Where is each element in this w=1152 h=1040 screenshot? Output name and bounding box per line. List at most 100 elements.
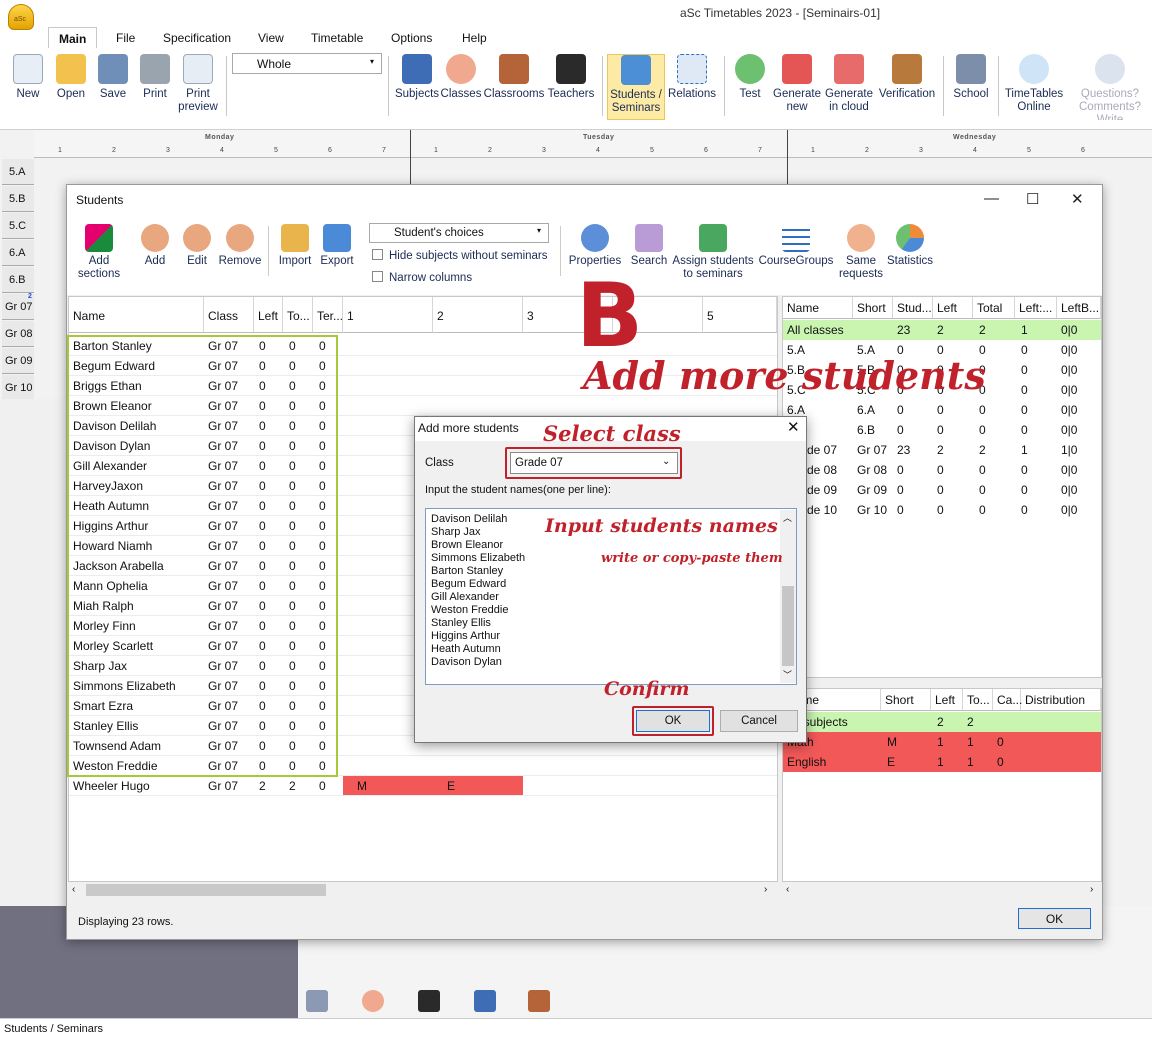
column-header-ca[interactable]: Ca...: [993, 689, 1022, 711]
column-header-left-c[interactable]: Left:...: [1015, 297, 1057, 319]
tab-file[interactable]: File: [106, 27, 145, 49]
graduation-cap-icon[interactable]: [418, 990, 440, 1012]
timetable-row-label[interactable]: Gr 10: [2, 375, 34, 401]
column-header-left[interactable]: Left: [933, 297, 973, 319]
column-header-class[interactable]: Class: [204, 297, 254, 333]
tab-options[interactable]: Options: [381, 27, 442, 49]
scroll-right-icon[interactable]: ›: [1090, 884, 1093, 895]
tab-specification[interactable]: Specification: [153, 27, 241, 49]
coursegroups-button[interactable]: CourseGroups: [758, 224, 834, 286]
dialog-cancel-button[interactable]: Cancel: [720, 710, 798, 732]
column-header-5[interactable]: 5: [703, 297, 777, 333]
column-header-total[interactable]: Total: [973, 297, 1015, 319]
column-header-name[interactable]: Name: [783, 297, 853, 319]
hide-subjects-checkbox[interactable]: Hide subjects without seminars: [372, 249, 548, 262]
add-sections-button[interactable]: Add sections: [76, 224, 122, 286]
export-button[interactable]: Export: [318, 224, 356, 286]
scroll-down-icon[interactable]: ﹀: [783, 668, 792, 681]
questions-button[interactable]: Questions? Comments? Write: [1068, 54, 1152, 120]
generate-cloud-button[interactable]: Generate in cloud: [824, 54, 874, 120]
remove-student-button[interactable]: Remove: [218, 224, 262, 286]
column-header-total[interactable]: To...: [283, 297, 313, 333]
timetable-row-label[interactable]: 6.B: [2, 267, 34, 293]
table-row[interactable]: Grade 08 Gr 08 0 0 0 0 0|0: [783, 460, 1101, 480]
save-button[interactable]: Save: [92, 54, 134, 120]
close-icon[interactable]: ✕: [1071, 190, 1084, 208]
view-select[interactable]: Whole: [232, 53, 382, 74]
timetable-row-label[interactable]: Gr 08: [2, 321, 34, 347]
school-icon[interactable]: [306, 990, 328, 1012]
scroll-up-icon[interactable]: ︿: [783, 511, 792, 524]
column-header-students[interactable]: Stud...: [893, 297, 933, 319]
column-header-term[interactable]: Ter...: [313, 297, 343, 333]
class-people-icon[interactable]: [362, 990, 384, 1012]
column-header-left[interactable]: Left: [931, 689, 963, 711]
table-row[interactable]: All subjects 2 2: [783, 712, 1101, 732]
import-button[interactable]: Import: [276, 224, 314, 286]
students-ok-button[interactable]: OK: [1018, 908, 1091, 929]
scroll-left-icon[interactable]: ‹: [786, 884, 789, 895]
table-row[interactable]: Grade 07 Gr 07 23 2 2 1 1|0: [783, 440, 1101, 460]
column-header-1[interactable]: 1: [343, 297, 433, 333]
column-header-left-b[interactable]: LeftB...: [1057, 297, 1101, 319]
school-button[interactable]: School: [948, 54, 994, 120]
column-header-short[interactable]: Short: [881, 689, 931, 711]
tab-timetable[interactable]: Timetable: [301, 27, 373, 49]
scroll-right-icon[interactable]: ›: [764, 884, 767, 895]
teachers-button[interactable]: Teachers: [545, 54, 597, 120]
print-button[interactable]: Print: [134, 54, 176, 120]
generate-new-button[interactable]: Generate new: [770, 54, 824, 120]
column-header-left[interactable]: Left: [254, 297, 283, 333]
open-button[interactable]: Open: [50, 54, 92, 120]
timetable-row-label[interactable]: 5.C: [2, 213, 34, 239]
horizontal-scrollbar[interactable]: [783, 882, 1101, 899]
test-button[interactable]: Test: [730, 54, 770, 120]
column-header-name[interactable]: Name: [69, 297, 204, 333]
choices-select[interactable]: Student's choices: [369, 223, 549, 243]
column-header-short[interactable]: Short: [853, 297, 893, 319]
table-row[interactable]: 6.A 6.A 0 0 0 0 0|0: [783, 400, 1101, 420]
seminar-cell[interactable]: M: [343, 776, 433, 795]
students-seminars-button[interactable]: Students / Seminars: [607, 54, 665, 120]
table-row[interactable]: Grade 09 Gr 09 0 0 0 0 0|0: [783, 480, 1101, 500]
timetable-row-label[interactable]: 5.B: [2, 186, 34, 212]
seminar-cell[interactable]: E: [433, 776, 523, 795]
timetable-row-label[interactable]: 5.A: [2, 159, 34, 185]
column-header-distribution[interactable]: Distribution: [1021, 689, 1101, 711]
table-row[interactable]: All classes 23 2 2 1 0|0: [783, 320, 1101, 340]
edit-student-button[interactable]: Edit: [178, 224, 216, 286]
timetable-row-label[interactable]: 6.A: [2, 240, 34, 266]
new-button[interactable]: New: [8, 54, 48, 120]
scrollbar-thumb[interactable]: [86, 884, 326, 896]
tab-view[interactable]: View: [248, 27, 294, 49]
minimize-icon[interactable]: —: [984, 190, 999, 207]
subjects-button[interactable]: Subjects: [394, 54, 440, 120]
print-preview-button[interactable]: Print preview: [176, 54, 220, 120]
relations-button[interactable]: Relations: [665, 54, 719, 120]
scrollbar-thumb[interactable]: [782, 586, 794, 666]
tab-help[interactable]: Help: [452, 27, 497, 49]
timetables-online-button[interactable]: TimeTables Online: [1002, 54, 1066, 120]
narrow-columns-checkbox[interactable]: Narrow columns: [372, 271, 472, 284]
close-icon[interactable]: ✕: [787, 418, 800, 436]
tab-main[interactable]: Main: [48, 27, 98, 49]
add-student-button[interactable]: Add: [136, 224, 174, 286]
table-row[interactable]: 6.B6.B00000|0: [783, 420, 1101, 440]
classes-button[interactable]: Classes: [440, 54, 482, 120]
statistics-button[interactable]: Statistics: [884, 224, 936, 286]
timetable-row-label[interactable]: Gr 09: [2, 348, 34, 374]
verification-button[interactable]: Verification: [874, 54, 940, 120]
scroll-left-icon[interactable]: ‹: [72, 884, 75, 895]
maximize-icon[interactable]: ☐: [1026, 190, 1039, 208]
column-header-2[interactable]: 2: [433, 297, 523, 333]
table-row[interactable]: Grade 10 Gr 10 0 0 0 0 0|0: [783, 500, 1101, 520]
assign-students-button[interactable]: Assign students to seminars: [670, 224, 756, 286]
same-requests-button[interactable]: Same requests: [836, 224, 886, 286]
book-icon[interactable]: [474, 990, 496, 1012]
column-header-total[interactable]: To...: [963, 689, 993, 711]
door-icon[interactable]: [528, 990, 550, 1012]
table-row[interactable]: Wheeler Hugo Gr 07 2 2 0 M E: [69, 776, 777, 796]
classrooms-button[interactable]: Classrooms: [483, 54, 545, 120]
table-row[interactable]: English E 1 1 0: [783, 752, 1101, 772]
table-row[interactable]: MathM110: [783, 732, 1101, 752]
